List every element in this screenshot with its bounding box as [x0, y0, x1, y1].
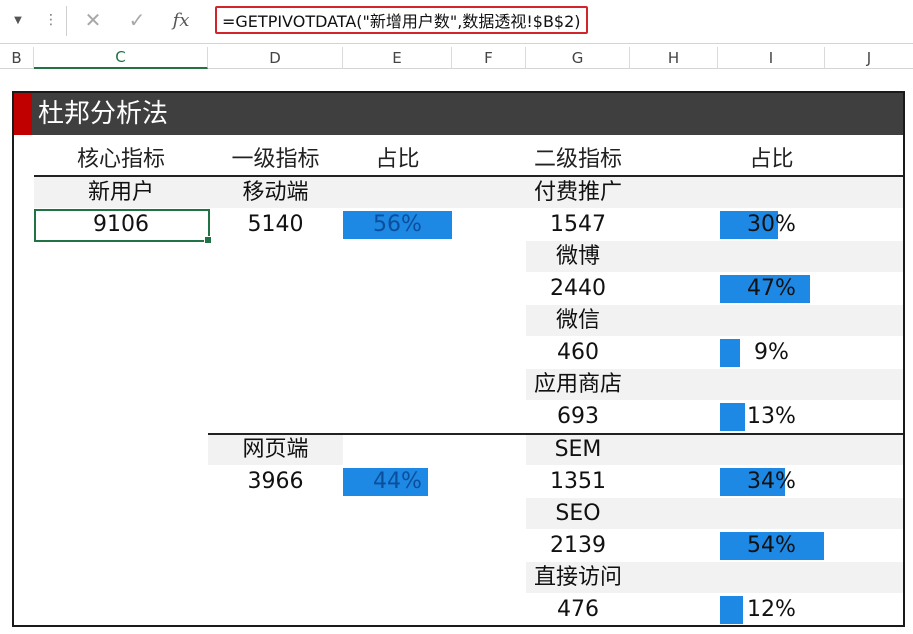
level2-label[interactable]: 应用商店 — [526, 369, 630, 400]
header-core-metric: 核心指标 — [76, 147, 165, 172]
header-level2-ratio: 占比 — [749, 147, 794, 172]
selected-cell[interactable] — [34, 209, 212, 244]
level2-ratio-label[interactable]: 9% — [718, 337, 825, 368]
level2-label[interactable]: 直接访问 — [526, 562, 630, 593]
enter-icon[interactable]: ✓ — [120, 6, 154, 34]
more-options-icon[interactable]: ⋮ — [44, 8, 58, 32]
dupont-report: 杜邦分析法 核心指标 一级指标 占比 二级指标 占比 新用户 9106 移动端 5… — [12, 91, 905, 627]
formula-bar-separator — [66, 6, 67, 36]
formula-bar: ▼ ⋮ ✕ ✓ fx =GETPIVOTDATA("新增用户数",数据透视!$B… — [0, 0, 913, 44]
core-label[interactable]: 新用户 — [34, 177, 208, 208]
level2-value[interactable]: 2440 — [526, 273, 630, 304]
level1-label[interactable]: 移动端 — [208, 177, 343, 208]
cancel-icon[interactable]: ✕ — [76, 6, 110, 34]
header-level1-metric: 一级指标 — [231, 147, 320, 172]
level2-value[interactable]: 1547 — [526, 209, 630, 240]
report-title: 杜邦分析法 — [38, 99, 169, 129]
level1-ratio-label[interactable]: 56% — [343, 209, 452, 240]
level2-label[interactable]: 付费推广 — [526, 177, 630, 208]
level2-value[interactable]: 476 — [526, 594, 630, 625]
column-header-g[interactable]: G — [526, 47, 630, 69]
level1-value[interactable]: 3966 — [208, 466, 343, 497]
title-accent-block — [14, 93, 32, 135]
level2-label[interactable]: 微博 — [526, 241, 630, 272]
column-header-h[interactable]: H — [630, 47, 718, 69]
column-header-b[interactable]: B — [0, 47, 34, 69]
column-header-j[interactable]: J — [825, 47, 913, 69]
level2-ratio-label[interactable]: 30% — [718, 209, 825, 240]
level2-label[interactable]: SEM — [526, 434, 630, 465]
column-header-d[interactable]: D — [208, 47, 343, 69]
name-box-dropdown-icon[interactable]: ▼ — [6, 10, 30, 30]
header-level2-metric: 二级指标 — [533, 147, 622, 172]
level2-ratio-label[interactable]: 12% — [718, 594, 825, 625]
level2-ratio-label[interactable]: 47% — [718, 273, 825, 304]
worksheet: 杜邦分析法 核心指标 一级指标 占比 二级指标 占比 新用户 9106 移动端 5… — [0, 70, 913, 634]
section-divider — [208, 433, 903, 435]
level1-ratio-label[interactable]: 44% — [343, 466, 452, 497]
column-header-row: B C D E F G H I J — [0, 47, 913, 69]
column-header-e[interactable]: E — [343, 47, 452, 69]
report-title-bar: 杜邦分析法 — [14, 93, 903, 135]
column-header-i[interactable]: I — [718, 47, 825, 69]
insert-function-button[interactable]: fx — [164, 6, 198, 34]
level2-value[interactable]: 460 — [526, 337, 630, 368]
level1-label[interactable]: 网页端 — [208, 434, 343, 465]
level2-ratio-label[interactable]: 13% — [718, 401, 825, 432]
formula-input[interactable]: =GETPIVOTDATA("新增用户数",数据透视!$B$2) — [215, 6, 588, 34]
level2-ratio-label[interactable]: 54% — [718, 530, 825, 561]
level2-ratio-label[interactable]: 34% — [718, 466, 825, 497]
level2-value[interactable]: 1351 — [526, 466, 630, 497]
level2-label[interactable]: 微信 — [526, 305, 630, 336]
level2-value[interactable]: 693 — [526, 401, 630, 432]
level1-value[interactable]: 5140 — [208, 209, 343, 240]
column-header-f[interactable]: F — [452, 47, 526, 69]
level2-value[interactable]: 2139 — [526, 530, 630, 561]
column-header-c[interactable]: C — [34, 47, 208, 69]
header-level1-ratio: 占比 — [375, 147, 420, 172]
level2-label[interactable]: SEO — [526, 498, 630, 529]
